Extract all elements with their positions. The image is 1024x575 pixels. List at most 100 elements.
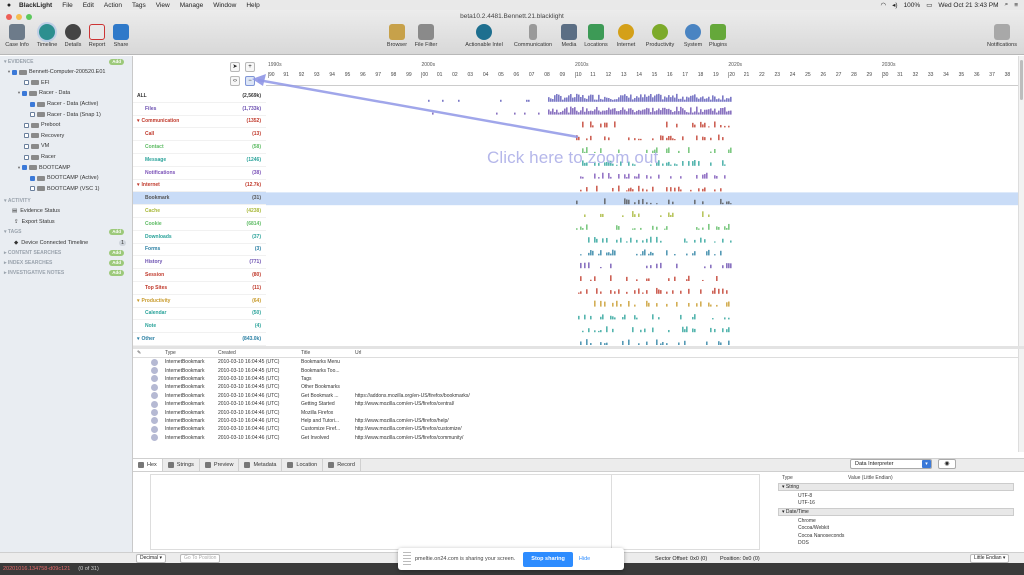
evidence-item[interactable]: EFI xyxy=(0,78,132,89)
evidence-checkbox[interactable] xyxy=(22,90,27,96)
year-tick-label[interactable]: 91 xyxy=(283,72,289,78)
year-tick-label[interactable]: 03 xyxy=(468,72,474,78)
year-tick-label[interactable]: 12 xyxy=(606,72,612,78)
year-tick-label[interactable]: 92 xyxy=(299,72,305,78)
timeline-category-row[interactable]: Downloads (37) xyxy=(133,231,266,244)
year-tick-label[interactable]: 38 xyxy=(1005,72,1011,78)
zoom-out-button[interactable]: − xyxy=(245,76,255,86)
table-row[interactable]: InternetBookmark 2010-03-10 16:04:46 (UTC… xyxy=(133,408,1018,417)
year-tick-label[interactable]: 05 xyxy=(498,72,504,78)
tab-record[interactable]: Record xyxy=(323,459,361,471)
menu-tags[interactable]: Tags xyxy=(127,2,151,9)
zoom-in-button[interactable]: + xyxy=(245,62,255,72)
hide-banner-button[interactable]: Hide xyxy=(579,556,590,562)
year-tick-label[interactable]: 37 xyxy=(989,72,995,78)
case-info-button[interactable]: Case Info xyxy=(2,24,32,48)
notifications-button[interactable]: Notifications xyxy=(982,24,1022,48)
year-tick-label[interactable]: 14 xyxy=(636,72,642,78)
year-tick-label[interactable]: 09 xyxy=(560,72,566,78)
evidence-checkbox[interactable] xyxy=(24,80,29,86)
control-center-icon[interactable]: ≡ xyxy=(1014,2,1018,9)
year-tick-label[interactable]: 13 xyxy=(621,72,627,78)
created-column-header[interactable]: Created xyxy=(218,350,301,356)
timeline-category-row[interactable]: ▾ Internet (12.7k) xyxy=(133,180,266,193)
year-tick-label[interactable]: 35 xyxy=(959,72,965,78)
apple-menu-icon[interactable]: ● xyxy=(4,2,14,9)
table-row[interactable]: InternetBookmark 2010-03-10 16:04:46 (UTC… xyxy=(133,392,1018,400)
tag-column-icon[interactable]: ✎ xyxy=(133,350,151,356)
add-evidence-button[interactable]: Add xyxy=(109,59,124,65)
menu-help[interactable]: Help xyxy=(241,2,264,9)
year-tick-label[interactable]: 07 xyxy=(529,72,535,78)
battery-icon[interactable]: ▭ xyxy=(926,1,932,9)
year-tick-label[interactable]: 00 xyxy=(421,72,428,78)
locations-button[interactable]: Locations xyxy=(581,24,611,48)
add-content-search-button[interactable]: Add xyxy=(109,249,124,256)
evidence-item[interactable]: Racer - Data (Snap 1) xyxy=(0,109,132,120)
tab-metadata[interactable]: Metadata xyxy=(239,459,283,471)
year-tick-label[interactable]: 19 xyxy=(713,72,719,78)
evidence-checkbox[interactable] xyxy=(24,133,29,139)
year-tick-label[interactable]: 26 xyxy=(820,72,826,78)
menu-action[interactable]: Action xyxy=(99,2,127,9)
timeline-category-row[interactable]: Contact (58) xyxy=(133,141,266,154)
timeline-category-row[interactable]: Note (4) xyxy=(133,320,266,334)
year-tick-label[interactable]: 30 xyxy=(881,72,888,78)
timeline-category-row[interactable]: Session (80) xyxy=(133,269,266,282)
year-tick-label[interactable]: 99 xyxy=(406,72,412,78)
productivity-button[interactable]: Productivity xyxy=(641,24,679,48)
year-tick-label[interactable]: 02 xyxy=(452,72,458,78)
year-tick-label[interactable]: 96 xyxy=(360,72,366,78)
tab-location[interactable]: Location xyxy=(282,459,324,471)
tab-strings[interactable]: Strings xyxy=(163,459,200,471)
table-row[interactable]: InternetBookmark 2010-03-10 16:04:45 (UTC… xyxy=(133,375,1018,383)
year-tick-label[interactable]: 90 xyxy=(268,72,275,78)
year-tick-label[interactable]: 28 xyxy=(851,72,857,78)
evidence-item[interactable]: Recovery xyxy=(0,131,132,142)
timeline-graph[interactable]: 1990s 2000s 2010s 2020s 2030s 90 91 92 93 94 95 96… xyxy=(266,56,1018,346)
number-format-select[interactable]: Decimal ▾ xyxy=(136,554,166,563)
evidence-item[interactable]: ▾ Bennett-Computer-200520.E01 xyxy=(0,67,132,78)
drag-handle-icon[interactable] xyxy=(403,552,411,566)
evidence-checkbox[interactable] xyxy=(24,143,29,149)
table-row[interactable]: InternetBookmark 2010-03-10 16:04:46 (UTC… xyxy=(133,400,1018,408)
timeline-category-row[interactable]: Forms (3) xyxy=(133,244,266,257)
tab-preview[interactable]: Preview xyxy=(200,459,240,471)
timeline-category-row[interactable]: History (771) xyxy=(133,256,266,270)
add-index-search-button[interactable]: Add xyxy=(109,259,124,266)
table-row[interactable]: InternetBookmark 2010-03-10 16:04:45 (UTC… xyxy=(133,358,1018,366)
timeline-category-row[interactable]: ▾ Productivity (64) xyxy=(133,295,266,308)
interpreter-item[interactable]: Cocoa/Webkit xyxy=(778,525,1018,533)
year-tick-label[interactable]: 33 xyxy=(928,72,934,78)
year-tick-label[interactable]: 31 xyxy=(897,72,903,78)
interpreter-item[interactable]: UTF-16 xyxy=(778,500,1018,508)
timeline-category-row[interactable]: Call (13) xyxy=(133,128,266,142)
year-tick-label[interactable]: 29 xyxy=(867,72,873,78)
year-tick-label[interactable]: 25 xyxy=(805,72,811,78)
communication-button[interactable]: Communication xyxy=(509,24,557,48)
year-axis[interactable]: 90 91 92 93 94 95 96 97 98 99 00 01 02 03 04 05 06 07 08 09… xyxy=(266,70,1018,86)
endian-select[interactable]: Little Endian ▾ xyxy=(970,554,1010,563)
evidence-checkbox[interactable] xyxy=(30,175,35,181)
year-tick-label[interactable]: 36 xyxy=(974,72,980,78)
year-tick-label[interactable]: 27 xyxy=(836,72,842,78)
tags-section-header[interactable]: ▾ TAGS Add xyxy=(0,227,132,237)
menu-edit[interactable]: Edit xyxy=(78,2,99,9)
interp-type-column[interactable]: Type xyxy=(778,475,848,481)
year-tick-label[interactable]: 15 xyxy=(652,72,658,78)
evidence-item[interactable]: BOOTCAMP (VSC 1) xyxy=(0,184,132,195)
stop-sharing-button[interactable]: Stop sharing xyxy=(523,551,573,567)
interpreter-item[interactable]: DOS xyxy=(778,540,1018,548)
timeline-category-row[interactable]: Bookmark (31) xyxy=(133,192,266,206)
evidence-item[interactable]: BOOTCAMP (Active) xyxy=(0,173,132,184)
interpreter-group[interactable]: ▾ String xyxy=(778,483,1014,491)
timeline-category-row[interactable]: Top Sites (11) xyxy=(133,282,266,295)
year-tick-label[interactable]: 08 xyxy=(544,72,550,78)
disclosure-triangle-icon[interactable]: ▾ xyxy=(137,298,140,304)
table-row[interactable]: InternetBookmark 2010-03-10 16:04:46 (UTC… xyxy=(133,434,1018,442)
menu-window[interactable]: Window xyxy=(208,2,241,9)
interpreter-item[interactable]: Cocoa Nanoseconds xyxy=(778,532,1018,540)
timeline-category-row[interactable]: Files (1,733k) xyxy=(133,103,266,116)
evidence-item[interactable]: ▾ Racer - Data xyxy=(0,88,132,99)
year-tick-label[interactable]: 21 xyxy=(744,72,750,78)
